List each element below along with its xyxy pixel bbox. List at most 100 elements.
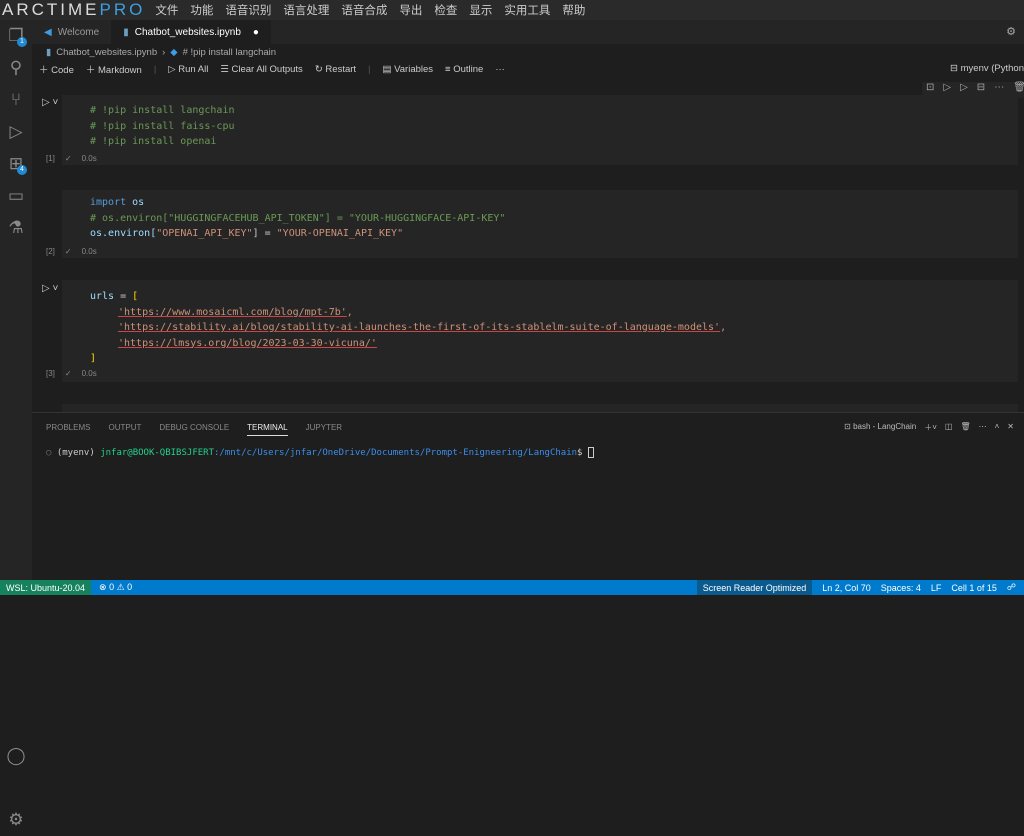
code-cell[interactable]: import os # os.environ["HUGGINGFACEHUB_A… — [62, 190, 1018, 258]
label: Outline — [453, 63, 484, 75]
restart-button[interactable]: ↻ Restart — [315, 64, 356, 75]
code-cell[interactable]: # !pip install langchain # !pip install … — [62, 95, 1018, 165]
more-button[interactable]: ··· — [495, 64, 505, 75]
label: Code — [51, 65, 74, 76]
logo-pro: PRO — [99, 0, 146, 19]
notebook-icon: ▮ — [46, 46, 52, 58]
menu-item[interactable]: 显示 — [469, 5, 492, 17]
tab-jupyter[interactable]: JUPYTER — [306, 423, 342, 436]
check-icon: ✓ — [64, 369, 72, 378]
remote-label: WSL: Ubuntu-20.04 — [6, 582, 86, 593]
settings-icon[interactable]: ⚙ — [0, 804, 32, 836]
new-terminal-button[interactable]: ＋˅ — [924, 422, 937, 433]
check-icon: ✓ — [64, 154, 72, 163]
variables-button[interactable]: ▤ Variables — [383, 64, 434, 75]
token: urls — [90, 291, 115, 302]
unsaved-dot-icon[interactable]: ● — [253, 27, 259, 38]
notebook-icon: ▮ — [123, 26, 129, 38]
tab-label: Welcome — [57, 26, 100, 38]
feedback-icon[interactable]: ☍ — [1007, 582, 1016, 593]
account-icon[interactable]: ◯ — [0, 740, 32, 772]
close-icon[interactable]: ✕ — [1007, 422, 1014, 433]
kernel-picker[interactable]: ⊟ myenv (Python — [950, 63, 1024, 74]
tab-notebook[interactable]: ▮ Chatbot_websites.ipynb ● — [111, 20, 271, 44]
more-icon[interactable]: ⋯ — [979, 422, 987, 433]
run-cell-button[interactable]: ▷ ˅ — [42, 97, 58, 108]
explorer-icon[interactable]: ❐ 1 — [0, 20, 32, 52]
clear-outputs-button[interactable]: ☰ Clear All Outputs — [220, 64, 302, 75]
problems-indicator[interactable]: ⊗ 0 ⚠ 0 — [99, 582, 132, 593]
menu-item[interactable]: 导出 — [399, 5, 422, 17]
code-line: 'https://lmsys.org/blog/2023-03-30-vicun… — [62, 336, 1018, 352]
url-string: 'https://lmsys.org/blog/2023-03-30-vicun… — [118, 337, 377, 349]
token: "OPENAI_API_KEY" — [156, 228, 253, 239]
breadcrumb-file[interactable]: Chatbot_websites.ipynb — [56, 47, 157, 58]
code-line: 'https://stability.ai/blog/stability-ai-… — [118, 322, 727, 333]
menu-item[interactable]: 实用工具 — [504, 5, 550, 17]
line-ending[interactable]: LF — [931, 583, 942, 593]
cell-icon: ◆ — [170, 46, 178, 58]
menu-item[interactable]: 语言处理 — [283, 5, 329, 17]
menu-item[interactable]: 语音合成 — [341, 5, 387, 17]
tab-welcome[interactable]: ◀ Welcome — [32, 20, 111, 44]
terminal-selector[interactable]: ⊡ bash - LangChain — [844, 422, 916, 433]
env-label: (myenv) — [56, 448, 95, 458]
code-line: ] — [90, 353, 97, 364]
exec-time: 0.0s — [81, 369, 97, 378]
tab-problems[interactable]: PROBLEMS — [46, 423, 90, 436]
menu-item[interactable]: 检查 — [434, 5, 457, 17]
identifier: os — [132, 197, 145, 208]
split-terminal-icon[interactable]: ◫ — [945, 422, 953, 433]
cell-indicator[interactable]: Cell 1 of 15 — [951, 583, 997, 593]
run-debug-icon[interactable]: ▷ — [0, 116, 32, 148]
terminal-prompt: $ — [577, 448, 583, 458]
label: Run All — [178, 63, 209, 75]
remote-indicator[interactable]: WSL: Ubuntu-20.04 — [0, 580, 92, 595]
screen-reader-indicator[interactable]: Screen Reader Optimized — [696, 580, 813, 595]
maximize-icon[interactable]: ˄ — [995, 422, 1000, 433]
token: "YOUR-OPENAI_API_KEY" — [276, 228, 404, 239]
menu-item[interactable]: 语音识别 — [225, 5, 271, 17]
run-all-button[interactable]: ▷ Run All — [168, 64, 208, 75]
add-code-button[interactable]: ＋ Code — [39, 62, 74, 76]
trash-icon[interactable]: 🗑 — [960, 422, 970, 433]
menu-item[interactable]: 功能 — [190, 5, 213, 17]
extensions-icon[interactable]: ⊞ 4 — [0, 148, 32, 180]
exec-count: [2] — [46, 247, 55, 256]
exec-time: 0.0s — [81, 247, 97, 256]
notebook-toolbar: ＋ Code ＋ Markdown | ▷ Run All ☰ Clear Al… — [32, 60, 1024, 78]
gear-icon[interactable]: ⚙ — [1006, 25, 1016, 38]
source-control-icon[interactable]: ⑂ — [0, 84, 32, 116]
tab-output[interactable]: OUTPUT — [108, 423, 141, 436]
testing-icon[interactable]: ⚗ — [0, 212, 32, 244]
url-string: 'https://www.mosaicml.com/blog/mpt-7b' — [118, 306, 347, 318]
terminal[interactable]: ○ (myenv) jnfar@BOOK-QBIBSJFERT:/mnt/c/U… — [32, 436, 1024, 458]
menu-item[interactable]: 帮助 — [562, 5, 585, 17]
search-icon[interactable]: ⚲ — [0, 52, 32, 84]
breadcrumb-section[interactable]: # !pip install langchain — [183, 47, 276, 58]
breadcrumb: ▮ Chatbot_websites.ipynb › ◆ # !pip install … — [32, 44, 276, 60]
label: Variables — [394, 63, 434, 75]
add-markdown-button[interactable]: ＋ Markdown — [86, 62, 142, 76]
outline-button[interactable]: ≡ Outline — [445, 64, 483, 75]
explorer-badge: 1 — [17, 37, 27, 47]
indentation[interactable]: Spaces: 4 — [881, 583, 921, 593]
bottom-panel: PROBLEMS OUTPUT DEBUG CONSOLE TERMINAL J… — [32, 412, 1024, 580]
code-cell[interactable]: urls = [ 'https://www.mosaicml.com/blog/… — [62, 280, 1018, 382]
exec-time: 0.0s — [81, 154, 97, 163]
terminal-path: :/mnt/c/Users/jnfar/OneDrive/Documents/P… — [214, 448, 578, 458]
tab-terminal[interactable]: TERMINAL — [247, 423, 288, 436]
code-line: os.environ["OPENAI_API_KEY"] = "YOUR-OPE… — [62, 226, 1018, 242]
terminal-actions: ⊡ bash - LangChain ＋˅ ◫ 🗑 ⋯ ˄ ✕ — [844, 422, 1014, 433]
tab-debug-console[interactable]: DEBUG CONSOLE — [159, 423, 229, 436]
code-cell[interactable] — [62, 404, 1018, 412]
app-logo: ARCTIMEPRO — [2, 0, 145, 20]
exec-count: [1] — [46, 154, 55, 163]
cursor-position[interactable]: Ln 2, Col 70 — [822, 583, 871, 593]
remote-explorer-icon[interactable]: ▭ — [0, 180, 32, 212]
title-bar: ARCTIMEPRO 文件 功能 语音识别 语言处理 语音合成 导出 检查 显示 实用工具 帮助 — [0, 0, 1024, 20]
shell-label: bash - LangChain — [853, 422, 917, 431]
vscode-icon: ◀ — [44, 26, 52, 38]
run-cell-button[interactable]: ▷ ˅ — [42, 283, 58, 294]
menu-item[interactable]: 文件 — [155, 5, 178, 17]
